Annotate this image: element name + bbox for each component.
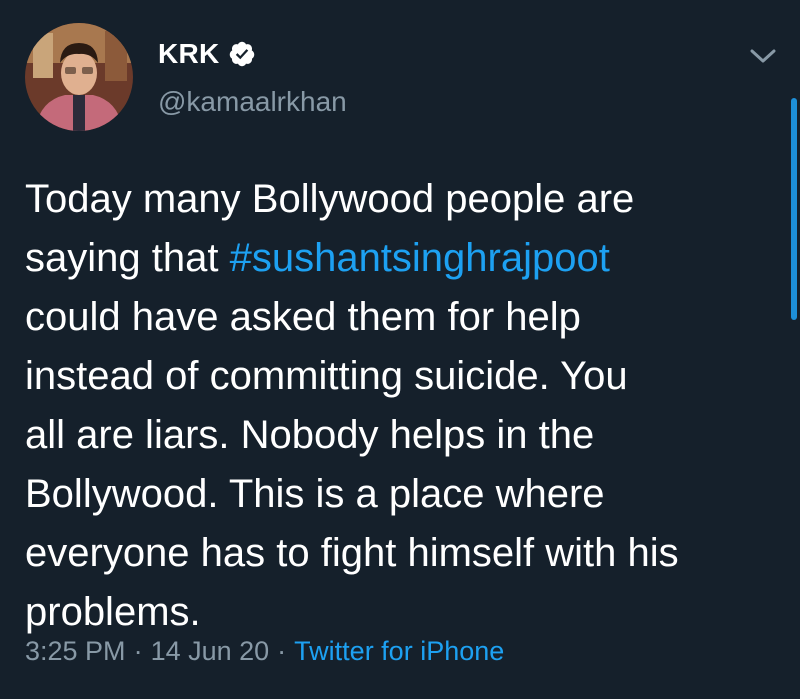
author-handle[interactable]: @kamaalrkhan [158,86,347,118]
author-name[interactable]: KRK [158,38,220,70]
tweet-line: problems. [25,590,201,634]
tweet-metadata: 3:25 PM · 14 Jun 20 · Twitter for iPhone [25,636,504,667]
author-name-row: KRK [158,38,256,70]
tweet-line: instead of committing suicide. You [25,354,628,398]
tweet-line: could have asked them for help [25,295,581,339]
tweet-text: Today many Bollywood people are saying t… [25,170,785,642]
separator: · [133,636,143,666]
verified-badge-icon [228,40,256,68]
tweet-line: saying that #sushantsinghrajpoot [25,229,785,288]
source-link[interactable]: Twitter for iPhone [294,636,504,666]
tweet-time[interactable]: 3:25 PM [25,636,126,666]
avatar-photo [25,23,133,131]
tweet-line: everyone has to fight himself with his [25,531,679,575]
scroll-indicator [791,98,797,320]
avatar[interactable] [25,23,133,131]
tweet-date[interactable]: 14 Jun 20 [151,636,270,666]
chevron-down-icon[interactable] [748,46,778,66]
hashtag-link[interactable]: #sushantsinghrajpoot [230,236,610,280]
tweet-card: KRK @kamaalrkhan Today many Bollywood pe… [0,0,800,699]
tweet-line: Today many Bollywood people are [25,177,635,221]
tweet-line: all are liars. Nobody helps in the [25,413,595,457]
separator: · [277,636,287,666]
tweet-line: Bollywood. This is a place where [25,472,605,516]
tweet-line-prefix: saying that [25,236,230,280]
